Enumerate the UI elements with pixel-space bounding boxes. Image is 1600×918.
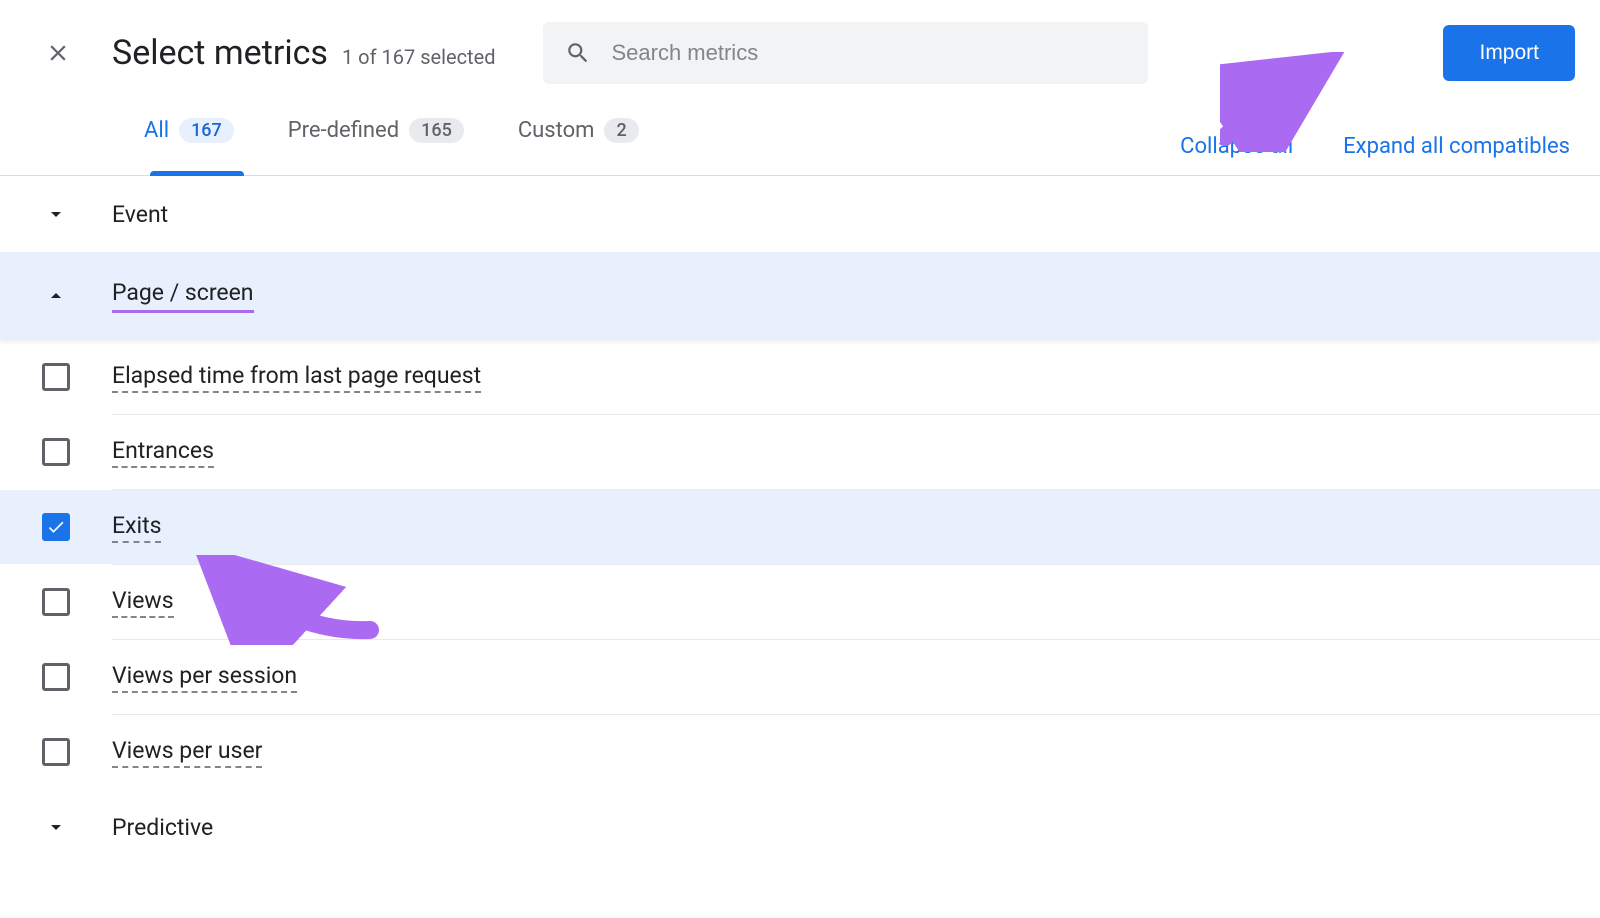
metric-row-views-per-session[interactable]: Views per session xyxy=(0,640,1600,714)
checkbox[interactable] xyxy=(42,663,70,691)
category-event[interactable]: Event xyxy=(0,176,1600,252)
metrics-list: Event Page / screen Elapsed time from last… xyxy=(0,176,1600,865)
tab-label: Pre-defined xyxy=(288,118,399,143)
metric-label: Views per session xyxy=(112,662,297,693)
chevron-down-icon xyxy=(42,815,70,839)
tab-badge: 2 xyxy=(604,118,638,143)
checkbox[interactable] xyxy=(42,738,70,766)
search-input[interactable] xyxy=(611,40,1126,66)
collapse-all-link[interactable]: Collapse all xyxy=(1180,122,1293,159)
category-label: Predictive xyxy=(112,814,213,841)
tab-label: Custom xyxy=(518,118,595,143)
metric-row-views-per-user[interactable]: Views per user xyxy=(0,715,1600,789)
expand-all-link[interactable]: Expand all compatibles xyxy=(1343,122,1570,159)
checkbox[interactable] xyxy=(42,363,70,391)
search-icon xyxy=(565,40,591,66)
tab-label: All xyxy=(144,118,169,143)
category-predictive[interactable]: Predictive xyxy=(0,789,1600,865)
selected-count: 1 of 167 selected xyxy=(342,45,496,69)
category-page-screen[interactable]: Page / screen xyxy=(0,252,1600,340)
header: Select metrics 1 of 167 selected Import xyxy=(0,0,1600,106)
metric-row-views[interactable]: Views xyxy=(0,565,1600,639)
category-label: Event xyxy=(112,201,168,228)
tab-custom[interactable]: Custom 2 xyxy=(518,106,639,175)
category-label: Page / screen xyxy=(112,279,254,313)
tabs-row: All 167 Pre-defined 165 Custom 2 Collapse all… xyxy=(0,106,1600,176)
tab-all[interactable]: All 167 xyxy=(144,106,234,175)
checkbox[interactable] xyxy=(42,438,70,466)
items-container: Elapsed time from last page request Entra… xyxy=(0,340,1600,789)
metric-row-exits[interactable]: Exits xyxy=(0,490,1600,564)
tab-badge: 167 xyxy=(179,118,234,143)
metric-label: Views per user xyxy=(112,737,262,768)
metric-label: Exits xyxy=(112,512,161,543)
tab-pre-defined[interactable]: Pre-defined 165 xyxy=(288,106,464,175)
page-title: Select metrics xyxy=(112,33,328,73)
metric-label: Views xyxy=(112,587,174,618)
checkbox[interactable] xyxy=(42,513,70,541)
search-box[interactable] xyxy=(543,22,1148,84)
checkbox[interactable] xyxy=(42,588,70,616)
chevron-up-icon xyxy=(42,284,70,308)
import-button[interactable]: Import xyxy=(1443,25,1575,81)
metric-row-elapsed-time-from-last-page-request[interactable]: Elapsed time from last page request xyxy=(0,340,1600,414)
metric-label: Entrances xyxy=(112,437,214,468)
chevron-down-icon xyxy=(42,202,70,226)
title-group: Select metrics 1 of 167 selected xyxy=(112,33,495,73)
tab-badge: 165 xyxy=(409,118,464,143)
close-icon[interactable] xyxy=(44,39,72,67)
metric-label: Elapsed time from last page request xyxy=(112,362,481,393)
metric-row-entrances[interactable]: Entrances xyxy=(0,415,1600,489)
